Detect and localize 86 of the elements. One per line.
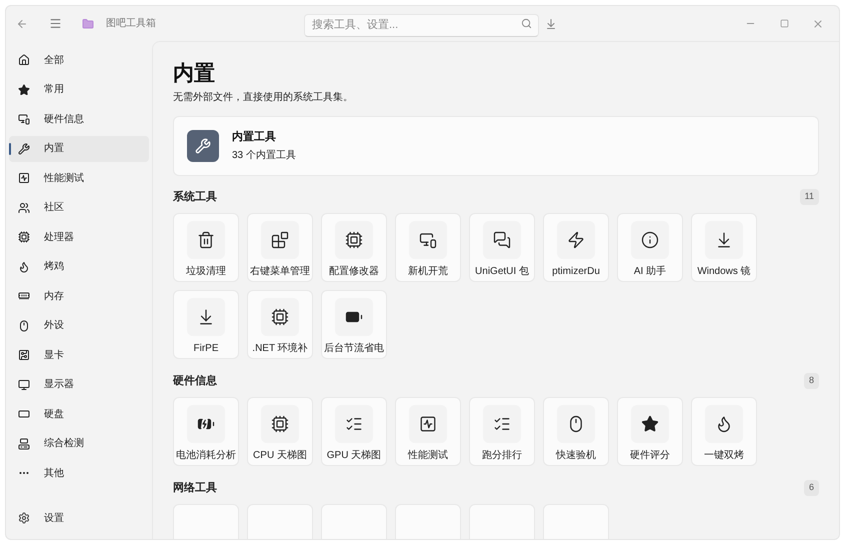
tool-tile[interactable]: 后台节流省电	[321, 290, 387, 359]
users-icon	[18, 202, 30, 214]
sidebar-item[interactable]: 其他	[9, 460, 149, 486]
tool-tile[interactable]: 右键菜单管理	[247, 213, 313, 282]
sidebar-item[interactable]: 硬件信息	[9, 106, 149, 132]
sidebar-item[interactable]: 常用	[9, 76, 149, 102]
tool-tile[interactable]: .NET 环境补	[247, 290, 313, 359]
lightning-icon	[557, 221, 595, 259]
tool-tile[interactable]: ptimizerDu	[543, 213, 609, 282]
sidebar-item[interactable]: 烤鸡	[9, 254, 149, 280]
tool-tile[interactable]: 跑分排行	[469, 397, 535, 466]
tool-tile[interactable]: 配置修改器	[321, 213, 387, 282]
chip-icon	[335, 221, 373, 259]
star-icon	[18, 84, 30, 96]
tool-tile[interactable]: UniGetUI 包	[469, 213, 535, 282]
devices-icon	[18, 113, 30, 125]
monitor-icon	[18, 378, 30, 390]
sidebar-item[interactable]: 硬盘	[9, 401, 149, 427]
tool-tile[interactable]: 硬件评分	[617, 397, 683, 466]
devices-icon	[409, 221, 447, 259]
sidebar-item[interactable]: 显示器	[9, 372, 149, 398]
folder-icon	[82, 18, 94, 30]
chip-icon	[261, 405, 299, 443]
menu-button[interactable]	[48, 16, 62, 30]
battery-icon	[335, 298, 373, 336]
sidebar-item[interactable]: 显卡	[9, 342, 149, 368]
tool-tile[interactable]: 性能测试	[395, 397, 461, 466]
tool-tile[interactable]: 电池消耗分析	[173, 397, 239, 466]
mouse-icon	[18, 320, 30, 332]
search-field[interactable]: 搜索工具、设置...	[304, 14, 539, 36]
card-subtitle: 33 个内置工具	[232, 148, 296, 163]
checklist-icon	[335, 405, 373, 443]
tool-tile[interactable]: 一键双烤	[691, 397, 757, 466]
blocks-icon	[261, 221, 299, 259]
tool-tile[interactable]: GPU 天梯图	[321, 397, 387, 466]
section-title: 系统工具	[173, 190, 217, 205]
close-icon[interactable]	[812, 18, 824, 30]
mouse-icon	[557, 405, 595, 443]
sidebar-item[interactable]: 性能测试	[9, 165, 149, 191]
tool-tile[interactable]: 快速验机	[543, 397, 609, 466]
section-title: 网络工具	[173, 480, 217, 496]
sidebar-item[interactable]: 全部	[9, 47, 149, 73]
selection-indicator	[9, 142, 11, 154]
wrench-icon	[187, 130, 219, 162]
activity-icon	[409, 405, 447, 443]
tool-tile[interactable]: CPU 天梯图	[247, 397, 313, 466]
sidebar-item[interactable]: 内存	[9, 283, 149, 309]
tool-tile[interactable]: AI 助手	[617, 213, 683, 282]
maximize-icon[interactable]	[780, 19, 789, 28]
download-icon	[187, 298, 225, 336]
trash-icon	[187, 221, 225, 259]
activity-icon	[18, 172, 30, 184]
wrench-icon	[18, 142, 30, 154]
info-icon	[631, 221, 669, 259]
sidebar-item[interactable]: 外设	[9, 312, 149, 338]
sidebar-item[interactable]: 处理器	[9, 224, 149, 250]
app-title: 图吧工具箱	[106, 17, 156, 31]
tool-tile[interactable]: Windows 镜	[691, 213, 757, 282]
sidebar-item[interactable]: 社区	[9, 194, 149, 220]
tool-tile[interactable]: FirPE	[173, 290, 239, 359]
chip-icon	[261, 298, 299, 336]
flame-icon	[18, 260, 30, 272]
chat-icon	[483, 221, 521, 259]
section-title: 硬件信息	[173, 374, 217, 389]
download-icon	[705, 221, 743, 259]
count-badge: 8	[804, 373, 819, 389]
chip-icon	[18, 231, 30, 243]
count-badge: 6	[804, 480, 819, 496]
sidebar-item[interactable]: 综合检测	[9, 430, 149, 456]
tool-tile[interactable]: 新机开荒	[395, 213, 461, 282]
home-icon	[18, 54, 30, 66]
sidebar-item[interactable]: 内置	[9, 136, 149, 162]
checklist-icon	[483, 405, 521, 443]
battery-icon	[187, 405, 225, 443]
count-badge: 11	[800, 189, 819, 205]
flame-icon	[705, 405, 743, 443]
tool-tile[interactable]: 垃圾清理	[173, 213, 239, 282]
settings-icon	[18, 512, 30, 524]
drive-icon	[18, 408, 30, 420]
download-button[interactable]	[545, 18, 557, 30]
computer-icon	[18, 438, 30, 450]
page-title: 内置	[173, 61, 216, 87]
settings-item[interactable]: 设置	[9, 505, 149, 531]
page-subtitle: 无需外部文件，直接使用的系统工具集。	[173, 90, 354, 105]
card-title: 内置工具	[232, 130, 277, 146]
search-icon	[521, 18, 532, 29]
